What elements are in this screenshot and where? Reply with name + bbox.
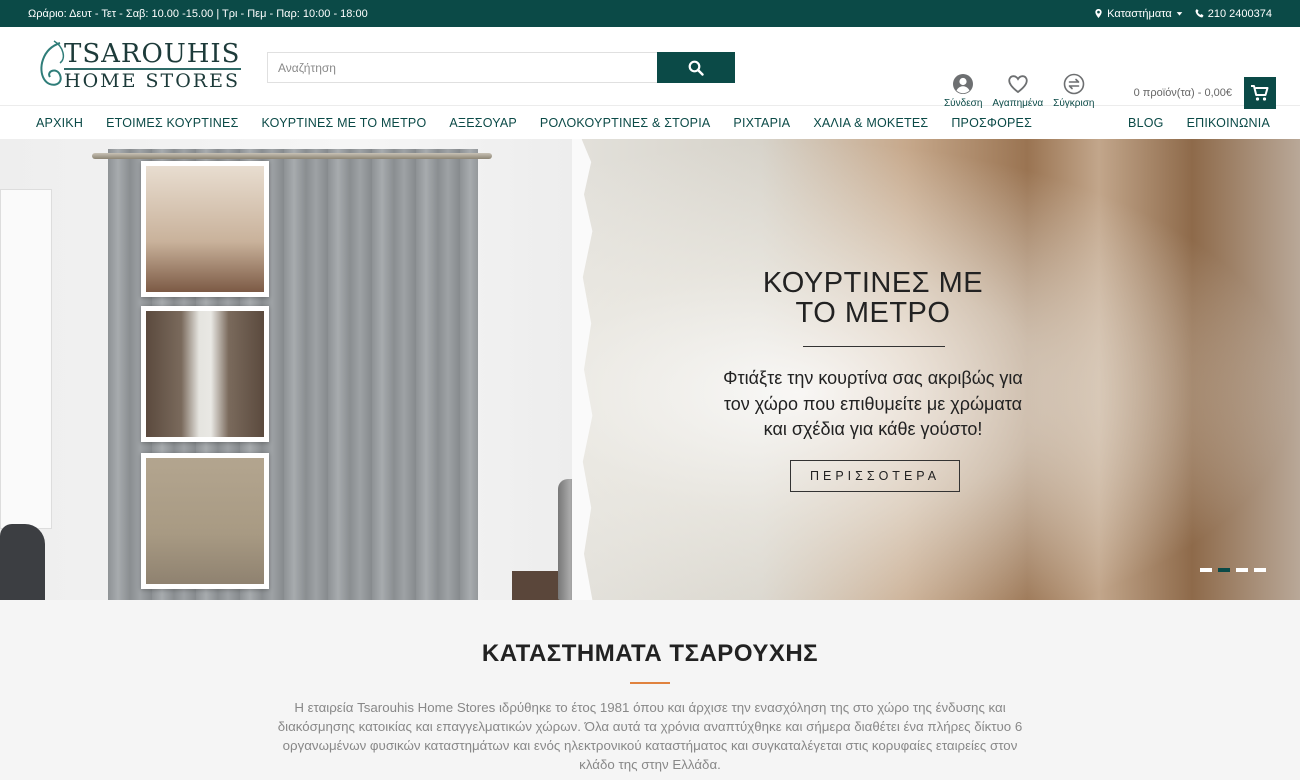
nav-item-accessories[interactable]: ΑΞΕΣΟΥΑΡ xyxy=(449,116,517,130)
site-logo[interactable]: TSAROUHIS HOME STORES xyxy=(30,39,241,93)
hero-slider xyxy=(0,139,1300,600)
phone-icon xyxy=(1195,9,1204,18)
cart-widget[interactable]: 0 προϊόν(τα) - 0,00€ xyxy=(1134,77,1276,109)
curtain-thumbnail xyxy=(141,306,269,442)
main-navigation: ΑΡΧΙΚΗ ΕΤΟΙΜΕΣ ΚΟΥΡΤΙΝΕΣ ΚΟΥΡΤΙΝΕΣ ΜΕ ΤΟ… xyxy=(0,105,1300,139)
logo-line-1: TSAROUHIS xyxy=(64,39,241,69)
title-underline xyxy=(630,682,670,684)
hero-title: ΚΟΥΡΤΙΝΕΣ ΜΕ ΤΟ ΜΕΤΡΟ xyxy=(730,268,1016,328)
logo-line-2: HOME STORES xyxy=(64,68,241,92)
header-icons: Σύνδεση Αγαπημένα Σύγκριση xyxy=(944,73,1094,109)
curtain-rod-image xyxy=(92,153,492,159)
hero-text-line-2: τον χώρο που επιθυμείτε με χρώματα xyxy=(723,393,1023,414)
slider-dot[interactable] xyxy=(1200,568,1212,572)
more-button[interactable]: ΠΕΡΙΣΣΟΤΕΡΑ xyxy=(790,460,960,492)
search-button[interactable] xyxy=(657,52,735,83)
compare-link[interactable]: Σύγκριση xyxy=(1053,73,1094,109)
favorites-label: Αγαπημένα xyxy=(992,98,1044,109)
opening-hours: Ωράριο: Δευτ - Τετ - Σαβ: 10.00 -15.00 |… xyxy=(28,7,368,20)
search-input[interactable] xyxy=(267,52,657,83)
slider-dots xyxy=(1200,568,1266,572)
about-section: ΚΑΤΑΣΤΗΜΑΤΑ ΤΣΑΡΟΥΧΗΣ Η εταιρεία Tsarouh… xyxy=(0,600,1300,780)
shopping-cart-icon xyxy=(1251,85,1269,101)
about-text: Η εταιρεία Tsarouhis Home Stores ιδρύθηκ… xyxy=(277,700,1023,772)
nav-item-home[interactable]: ΑΡΧΙΚΗ xyxy=(36,116,83,130)
hero-title-line-2: ΤΟ ΜΕΤΡΟ xyxy=(795,297,951,329)
favorites-link[interactable]: Αγαπημένα xyxy=(992,73,1043,109)
nav-item-offers[interactable]: ΠΡΟΣΦΟΡΕΣ xyxy=(951,116,1032,130)
slider-dot-active[interactable] xyxy=(1218,568,1230,572)
nav-item-throws[interactable]: ΡΙΧΤΑΡΙΑ xyxy=(733,116,790,130)
heart-icon xyxy=(1008,75,1028,94)
site-header: TSAROUHIS HOME STORES Σύνδεση Αγαπημέ xyxy=(0,27,1300,109)
stores-label: Καταστήματα xyxy=(1107,7,1172,20)
login-link[interactable]: Σύνδεση xyxy=(944,73,982,109)
hero-divider xyxy=(803,346,945,347)
login-label: Σύνδεση xyxy=(944,98,983,109)
wall-panel-decoration xyxy=(0,189,52,529)
curtain-thumbnail xyxy=(141,453,269,589)
top-info-bar: Ωράριο: Δευτ - Τετ - Σαβ: 10.00 -15.00 |… xyxy=(0,0,1300,27)
nav-item-blog[interactable]: BLOG xyxy=(1128,116,1164,130)
nav-item-ready-curtains[interactable]: ΕΤΟΙΜΕΣ ΚΟΥΡΤΙΝΕΣ xyxy=(106,116,238,130)
caret-down-icon xyxy=(1176,12,1183,16)
slider-dot[interactable] xyxy=(1254,568,1266,572)
nav-item-rugs[interactable]: ΧΑΛΙΑ & ΜΟΚΕΤΕΣ xyxy=(813,116,928,130)
chair-image xyxy=(0,524,45,600)
nav-item-custom-curtains[interactable]: ΚΟΥΡΤΙΝΕΣ ΜΕ ΤΟ ΜΕΤΡΟ xyxy=(262,116,427,130)
phone-number: 210 2400374 xyxy=(1207,7,1272,20)
cart-summary: 0 προϊόν(τα) - 0,00€ xyxy=(1133,87,1232,99)
search-icon xyxy=(688,60,704,76)
nav-left: ΑΡΧΙΚΗ ΕΤΟΙΜΕΣ ΚΟΥΡΤΙΝΕΣ ΚΟΥΡΤΙΝΕΣ ΜΕ ΤΟ… xyxy=(36,116,1032,130)
hero-description: Φτιάξτε την κουρτίνα σας ακριβώς για τον… xyxy=(690,366,1056,443)
stores-dropdown[interactable]: Καταστήματα xyxy=(1094,8,1183,20)
cart-button[interactable] xyxy=(1244,77,1276,109)
compare-arrows-icon xyxy=(1063,73,1085,95)
search-bar xyxy=(267,52,735,83)
user-icon xyxy=(953,74,974,94)
nav-right: BLOG ΕΠΙΚΟΙΝΩΝΙΑ xyxy=(1128,116,1270,130)
phone-link[interactable]: 210 2400374 xyxy=(1195,8,1272,20)
hero-text-line-3: και σχέδια για κάθε γούστο! xyxy=(763,419,983,439)
about-title: ΚΑΤΑΣΤΗΜΑΤΑ ΤΣΑΡΟΥΧΗΣ xyxy=(481,640,819,667)
curtain-thumbnail xyxy=(141,161,269,297)
slider-dot[interactable] xyxy=(1236,568,1248,572)
compare-label: Σύγκριση xyxy=(1053,98,1095,109)
hero-title-line-1: ΚΟΥΡΤΙΝΕΣ ΜΕ xyxy=(762,267,984,299)
map-marker-icon xyxy=(1095,9,1102,18)
hero-text-line-1: Φτιάξτε την κουρτίνα σας ακριβώς για xyxy=(723,368,1023,388)
nav-item-roller-blinds[interactable]: ΡΟΛΟΚΟΥΡΤΙΝΕΣ & ΣΤΟΡΙΑ xyxy=(540,116,710,130)
nav-item-contact[interactable]: ΕΠΙΚΟΙΝΩΝΙΑ xyxy=(1187,116,1270,130)
logo-swirl-icon xyxy=(40,40,65,86)
